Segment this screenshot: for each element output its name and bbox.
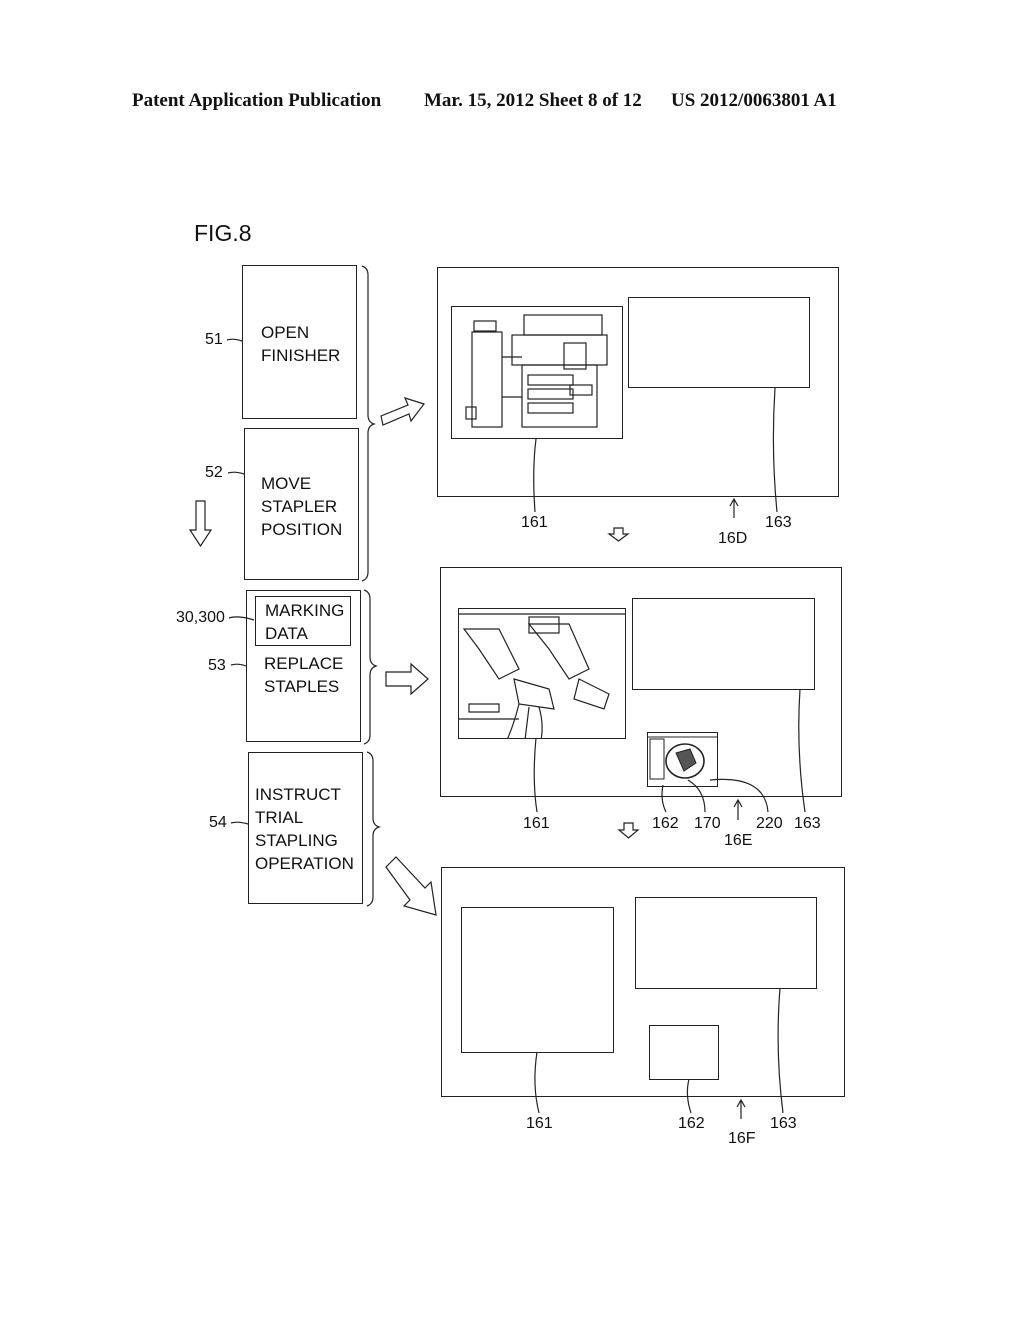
step-text: REPLACE STAPLES xyxy=(264,654,344,696)
step-box-open-finisher: OPEN FINISHER xyxy=(242,265,357,419)
ref-label: 52 xyxy=(205,464,223,481)
right-arrow-icon xyxy=(385,662,429,696)
ref-label: 163 xyxy=(770,1115,797,1132)
step-box-instruct-trial: INSTRUCT TRIAL STAPLING OPERATION xyxy=(248,752,363,904)
ref-label: 54 xyxy=(209,814,227,831)
diagonal-arrow-icon xyxy=(385,856,437,916)
ref-label: 162 xyxy=(652,815,679,832)
brace xyxy=(366,751,381,907)
brace xyxy=(363,589,378,745)
date-sheet-label: Mar. 15, 2012 Sheet 8 of 12 xyxy=(424,90,642,111)
screen-16d xyxy=(437,267,839,497)
down-arrow-icon xyxy=(607,527,630,542)
leader-line xyxy=(227,471,245,475)
marking-data-box: MARKING DATA xyxy=(255,596,351,646)
image-area-162 xyxy=(649,1025,719,1080)
ref-label: 162 xyxy=(678,1115,705,1132)
ref-label: 161 xyxy=(521,514,548,531)
screen-16f xyxy=(441,867,845,1097)
pointer-arrow xyxy=(729,497,739,518)
step-text: MARKING DATA xyxy=(265,601,345,643)
step-box-replace-staples: MARKING DATA REPLACE STAPLES xyxy=(246,590,361,742)
text-area-163 xyxy=(628,297,810,388)
pointer-arrow xyxy=(736,1098,746,1119)
screen-id-label: 16D xyxy=(718,530,748,547)
step-text: MOVE STAPLER POSITION xyxy=(261,474,343,539)
text-area-163 xyxy=(635,897,817,989)
leader-line xyxy=(230,663,247,667)
down-arrow-icon xyxy=(188,500,213,548)
image-area-161 xyxy=(458,608,626,739)
screen-id-label: 16F xyxy=(728,1130,756,1147)
ref-label: 30,300 xyxy=(176,609,225,626)
stapler-unit-icon xyxy=(459,613,625,738)
ref-label: 220 xyxy=(756,815,783,832)
patent-number: US 2012/0063801 A1 xyxy=(671,90,837,111)
step-box-move-stapler: MOVE STAPLER POSITION xyxy=(244,428,359,580)
leader-line xyxy=(226,338,243,342)
ref-label: 170 xyxy=(694,815,721,832)
step-text: OPEN FINISHER xyxy=(261,323,341,365)
ref-label: 163 xyxy=(794,815,821,832)
pointer-arrow xyxy=(733,798,743,820)
ref-label: 51 xyxy=(205,331,223,348)
down-arrow-icon xyxy=(617,822,640,839)
image-area-161 xyxy=(461,907,614,1053)
copier-machine-icon xyxy=(465,314,608,428)
step-text: INSTRUCT TRIAL STAPLING OPERATION xyxy=(255,785,354,873)
image-area-162 xyxy=(647,732,718,787)
staple-cartridge-closeup-icon xyxy=(648,736,717,780)
leader-line xyxy=(230,821,249,825)
right-arrow-icon xyxy=(380,397,425,426)
image-area-161 xyxy=(451,306,623,439)
figure-title: FIG.8 xyxy=(194,220,252,246)
screen-16e xyxy=(440,567,842,797)
ref-label: 53 xyxy=(208,657,226,674)
ref-label: 161 xyxy=(526,1115,553,1132)
ref-label: 161 xyxy=(523,815,550,832)
ref-label: 163 xyxy=(765,514,792,531)
brace xyxy=(361,265,376,582)
text-area-163 xyxy=(632,598,815,690)
screen-id-label: 16E xyxy=(724,832,753,849)
publication-label: Patent Application Publication xyxy=(132,90,382,111)
